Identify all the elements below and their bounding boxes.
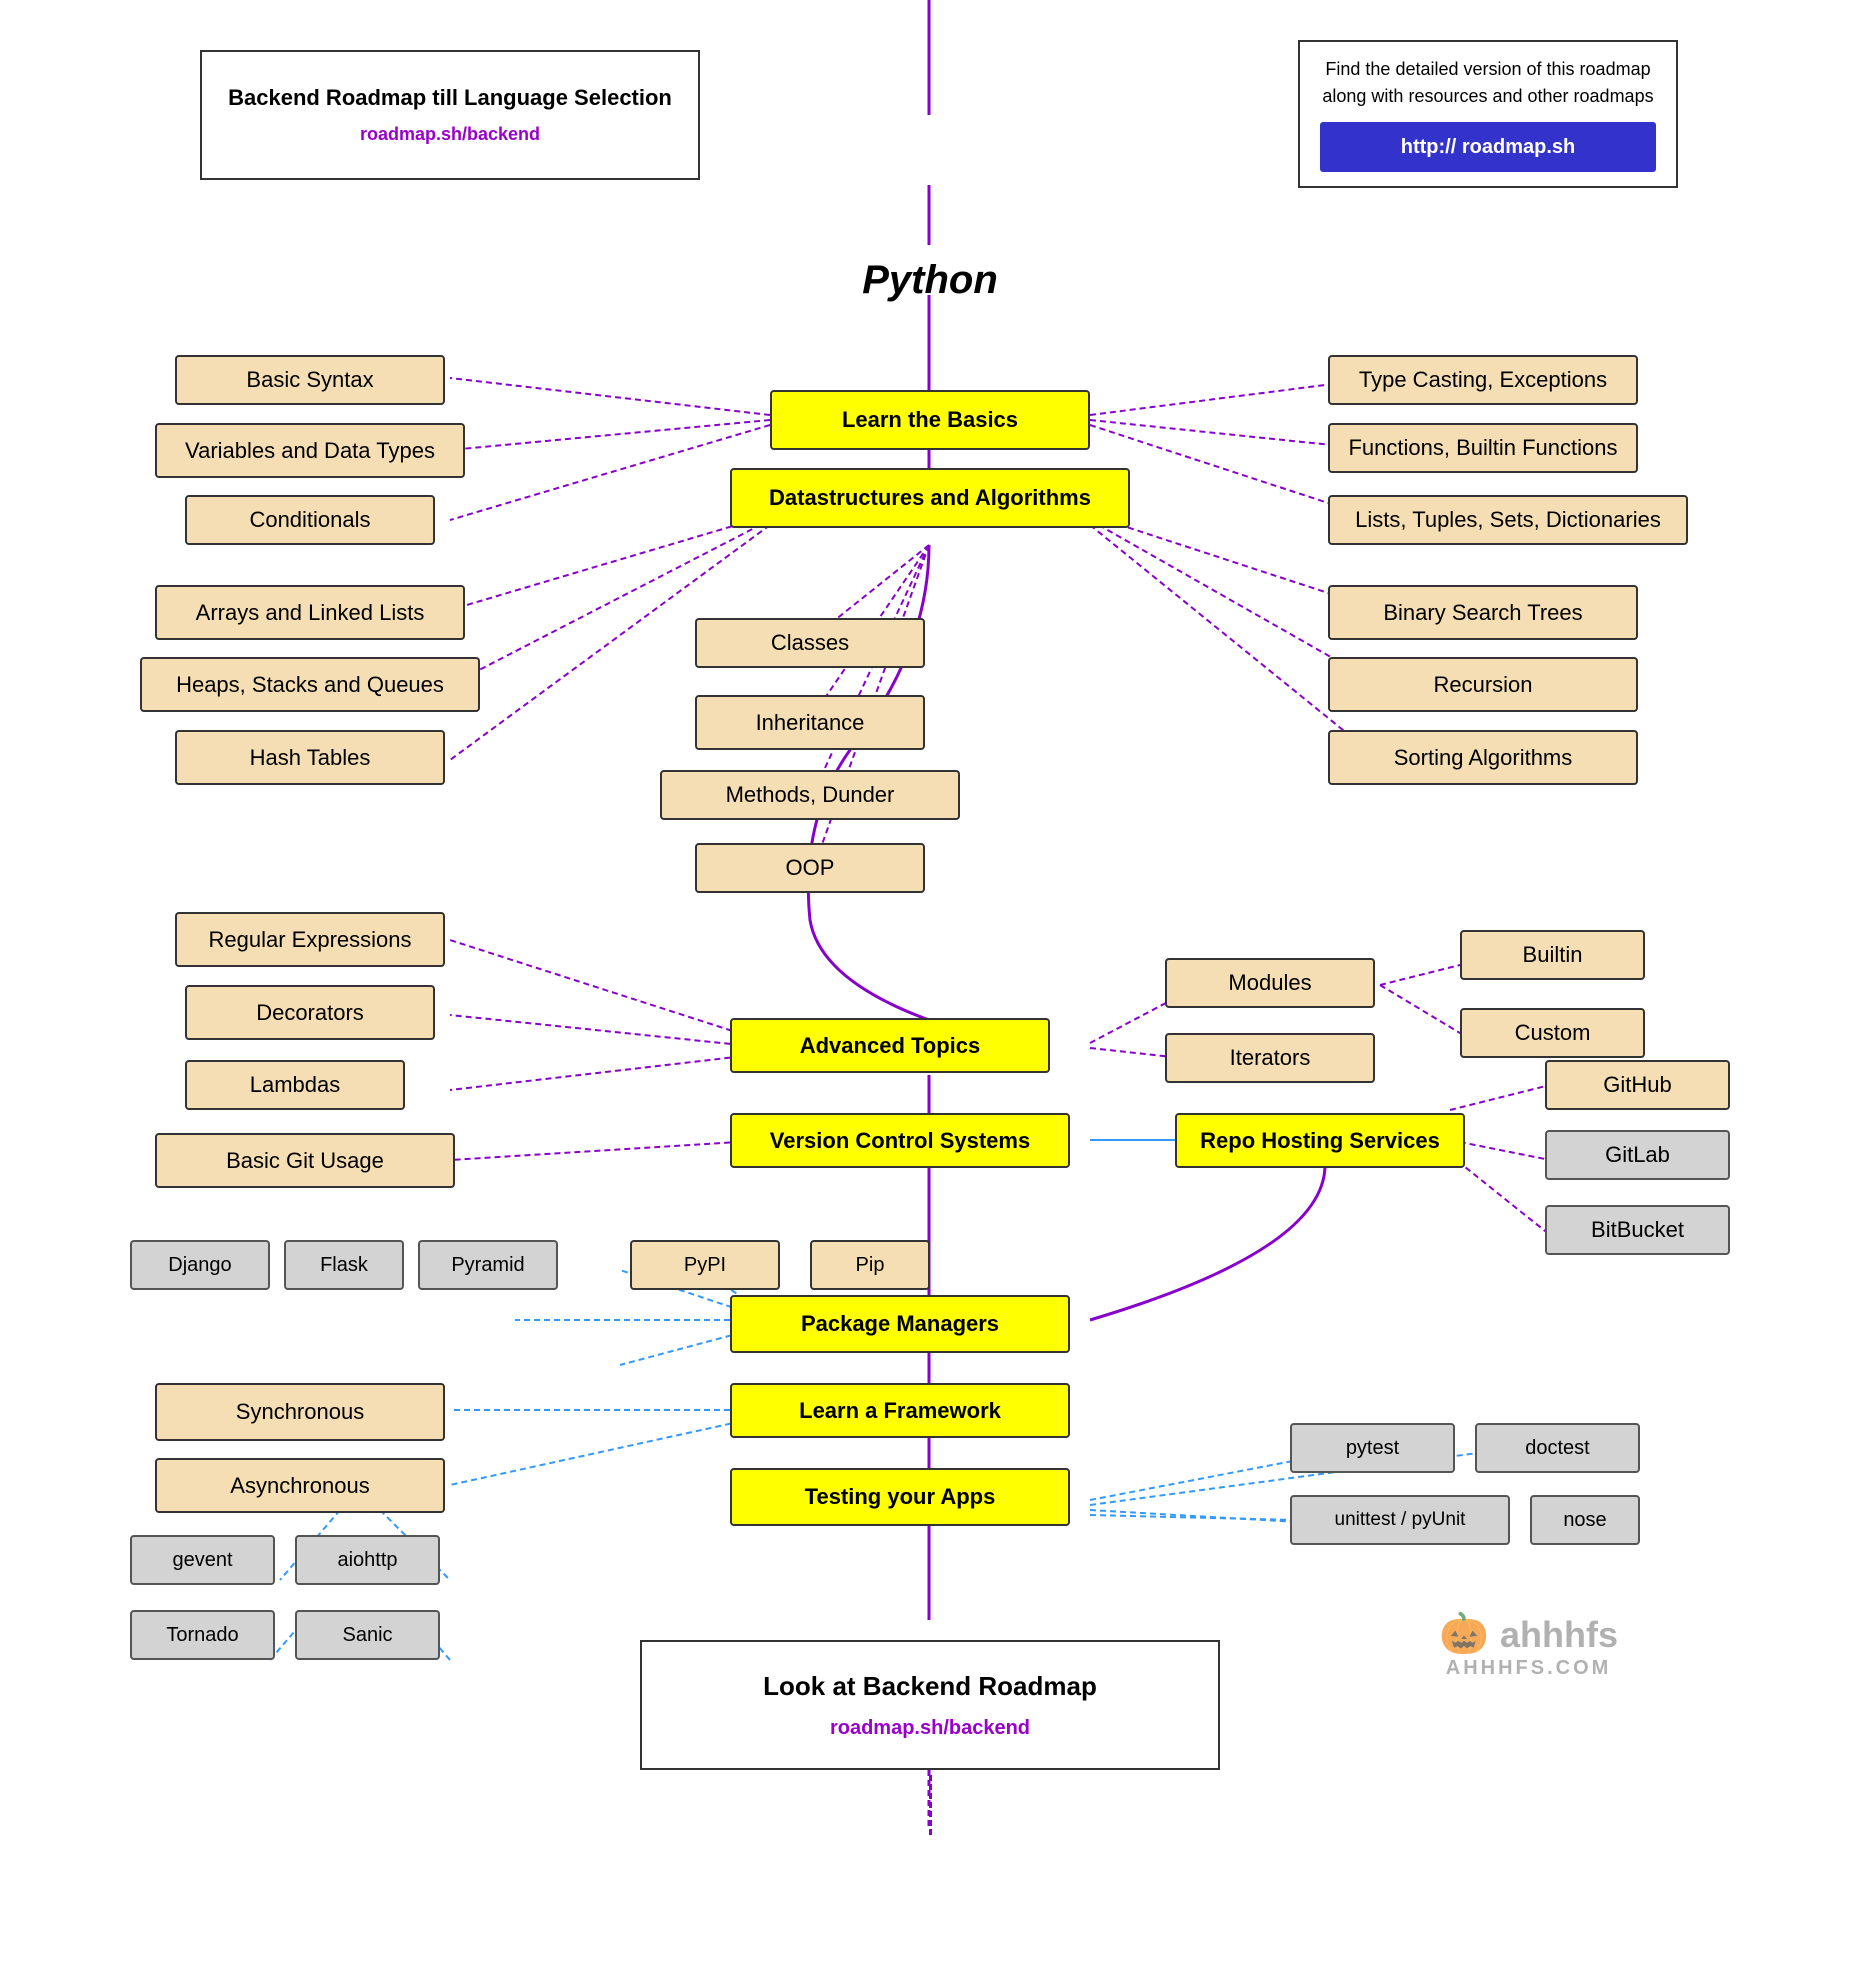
info-box: Find the detailed version of this roadma… — [1298, 40, 1678, 188]
pypi-pip: PyPI Pip — [630, 1240, 930, 1290]
tornado-node[interactable]: Tornado — [130, 1610, 275, 1660]
gitlab-node[interactable]: GitLab — [1545, 1130, 1730, 1180]
testing-options-top: pytest doctest — [1290, 1423, 1640, 1473]
regular-expr-node[interactable]: Regular Expressions — [175, 912, 445, 967]
lambdas-node[interactable]: Lambdas — [185, 1060, 405, 1110]
package-managers-node[interactable]: Package Managers — [730, 1295, 1070, 1353]
framework-options: Django Flask Pyramid — [130, 1240, 558, 1290]
version-control-node[interactable]: Version Control Systems — [730, 1113, 1070, 1168]
variables-data-node[interactable]: Variables and Data Types — [155, 423, 465, 478]
sorting-node[interactable]: Sorting Algorithms — [1328, 730, 1638, 785]
info-text: Find the detailed version of this roadma… — [1320, 56, 1656, 110]
unittest-node[interactable]: unittest / pyUnit — [1290, 1495, 1510, 1545]
arrays-linked-node[interactable]: Arrays and Linked Lists — [155, 585, 465, 640]
recursion-node[interactable]: Recursion — [1328, 657, 1638, 712]
repo-hosting-node[interactable]: Repo Hosting Services — [1175, 1113, 1465, 1168]
main-link[interactable]: roadmap.sh/backend — [360, 122, 540, 147]
github-node[interactable]: GitHub — [1545, 1060, 1730, 1110]
async-options-1: gevent aiohttp — [130, 1535, 440, 1585]
bottom-line — [929, 1775, 932, 1835]
nose-node[interactable]: nose — [1530, 1495, 1640, 1545]
methods-dunder-node[interactable]: Methods, Dunder — [660, 770, 960, 820]
binary-search-node[interactable]: Binary Search Trees — [1328, 585, 1638, 640]
testing-node[interactable]: Testing your Apps — [730, 1468, 1070, 1526]
gevent-node[interactable]: gevent — [130, 1535, 275, 1585]
django-node[interactable]: Django — [130, 1240, 270, 1290]
basic-git-node[interactable]: Basic Git Usage — [155, 1133, 455, 1188]
async-options-2: Tornado Sanic — [130, 1610, 440, 1660]
python-label: Python — [820, 250, 1040, 310]
modules-node[interactable]: Modules — [1165, 958, 1375, 1008]
oop-node[interactable]: OOP — [695, 843, 925, 893]
hash-tables-node[interactable]: Hash Tables — [175, 730, 445, 785]
pyramid-node[interactable]: Pyramid — [418, 1240, 558, 1290]
decorators-node[interactable]: Decorators — [185, 985, 435, 1040]
builtin-node[interactable]: Builtin — [1460, 930, 1645, 980]
custom-node[interactable]: Custom — [1460, 1008, 1645, 1058]
classes-node[interactable]: Classes — [695, 618, 925, 668]
testing-options-bot: unittest / pyUnit nose — [1290, 1495, 1640, 1545]
look-backend-node[interactable]: Look at Backend Roadmap roadmap.sh/backe… — [640, 1640, 1220, 1770]
url-button[interactable]: http:// roadmap.sh — [1320, 122, 1656, 172]
inheritance-node[interactable]: Inheritance — [695, 695, 925, 750]
look-backend-title: Look at Backend Roadmap — [763, 1668, 1097, 1704]
look-backend-link[interactable]: roadmap.sh/backend — [830, 1714, 1030, 1742]
asynchronous-node[interactable]: Asynchronous — [155, 1458, 445, 1513]
heaps-stacks-node[interactable]: Heaps, Stacks and Queues — [140, 657, 480, 712]
type-casting-node[interactable]: Type Casting, Exceptions — [1328, 355, 1638, 405]
conditionals-node[interactable]: Conditionals — [185, 495, 435, 545]
functions-node[interactable]: Functions, Builtin Functions — [1328, 423, 1638, 473]
pytest-node[interactable]: pytest — [1290, 1423, 1455, 1473]
iterators-node[interactable]: Iterators — [1165, 1033, 1375, 1083]
basic-syntax-node[interactable]: Basic Syntax — [175, 355, 445, 405]
aiohttp-node[interactable]: aiohttp — [295, 1535, 440, 1585]
learn-framework-node[interactable]: Learn a Framework — [730, 1383, 1070, 1438]
learn-basics-node[interactable]: Learn the Basics — [770, 390, 1090, 450]
main-header: Backend Roadmap till Language Selection … — [200, 50, 700, 180]
advanced-topics-node[interactable]: Advanced Topics — [730, 1018, 1050, 1073]
pypi-node[interactable]: PyPI — [630, 1240, 780, 1290]
doctest-node[interactable]: doctest — [1475, 1423, 1640, 1473]
roadmap-container: Backend Roadmap till Language Selection … — [0, 0, 1858, 1988]
flask-node[interactable]: Flask — [284, 1240, 404, 1290]
sanic-node[interactable]: Sanic — [295, 1610, 440, 1660]
synchronous-node[interactable]: Synchronous — [155, 1383, 445, 1441]
main-title: Backend Roadmap till Language Selection — [228, 83, 672, 114]
pip-node[interactable]: Pip — [810, 1240, 930, 1290]
bitbucket-node[interactable]: BitBucket — [1545, 1205, 1730, 1255]
lists-tuples-node[interactable]: Lists, Tuples, Sets, Dictionaries — [1328, 495, 1688, 545]
datastructures-node[interactable]: Datastructures and Algorithms — [730, 468, 1130, 528]
